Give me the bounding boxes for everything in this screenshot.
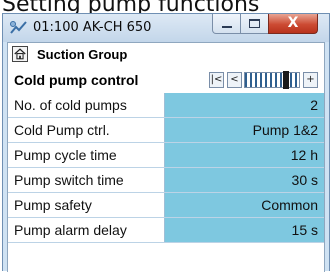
- group-label: Suction Group: [37, 47, 128, 62]
- parameter-row: Pump alarm delay 15 s: [8, 218, 324, 243]
- page-slider[interactable]: [244, 71, 300, 89]
- app-icon: [10, 21, 27, 34]
- first-page-button[interactable]: |<: [209, 72, 224, 88]
- previous-page-button[interactable]: <: [227, 72, 242, 88]
- parameter-label: Pump cycle time: [8, 143, 164, 167]
- control-label: Cold pump control: [14, 72, 139, 88]
- parameter-value[interactable]: Pump 1&2: [164, 118, 324, 142]
- parameter-label: Pump safety: [8, 193, 164, 217]
- parameter-row: Pump switch time 30 s: [8, 168, 324, 193]
- parameter-row: Pump safety Common: [8, 193, 324, 218]
- parameter-list: No. of cold pumps 2 Cold Pump ctrl. Pump…: [8, 93, 324, 243]
- control-bar: Cold pump control |< < +: [8, 67, 324, 93]
- group-header: Suction Group: [8, 43, 324, 67]
- maximize-button[interactable]: [240, 14, 269, 34]
- parameter-value[interactable]: 2: [164, 93, 324, 117]
- parameter-value[interactable]: Common: [164, 193, 324, 217]
- maximize-icon: [249, 19, 260, 28]
- app-window: 01:100 AK-CH 650 X Suction Group Cold pu…: [2, 13, 330, 272]
- window-content: Suction Group Cold pump control |< < + N…: [7, 42, 325, 272]
- parameter-label: Pump switch time: [8, 168, 164, 192]
- title-bar[interactable]: 01:100 AK-CH 650 X: [3, 14, 329, 42]
- close-icon: X: [287, 15, 299, 31]
- home-icon[interactable]: [12, 46, 28, 62]
- minimize-icon: [222, 26, 232, 28]
- window-title: 01:100 AK-CH 650: [33, 20, 152, 35]
- parameter-row: Pump cycle time 12 h: [8, 143, 324, 168]
- parameter-row: No. of cold pumps 2: [8, 93, 324, 118]
- close-button[interactable]: X: [268, 14, 318, 34]
- parameter-label: Pump alarm delay: [8, 218, 164, 242]
- parameter-label: Cold Pump ctrl.: [8, 118, 164, 142]
- parameter-row: Cold Pump ctrl. Pump 1&2: [8, 118, 324, 143]
- parameter-value[interactable]: 30 s: [164, 168, 324, 192]
- slider-thumb[interactable]: [283, 71, 289, 89]
- parameter-value[interactable]: 15 s: [164, 218, 324, 242]
- next-page-button[interactable]: +: [303, 72, 318, 88]
- parameter-label: No. of cold pumps: [8, 93, 164, 117]
- minimize-button[interactable]: [212, 14, 241, 34]
- parameter-value[interactable]: 12 h: [164, 143, 324, 167]
